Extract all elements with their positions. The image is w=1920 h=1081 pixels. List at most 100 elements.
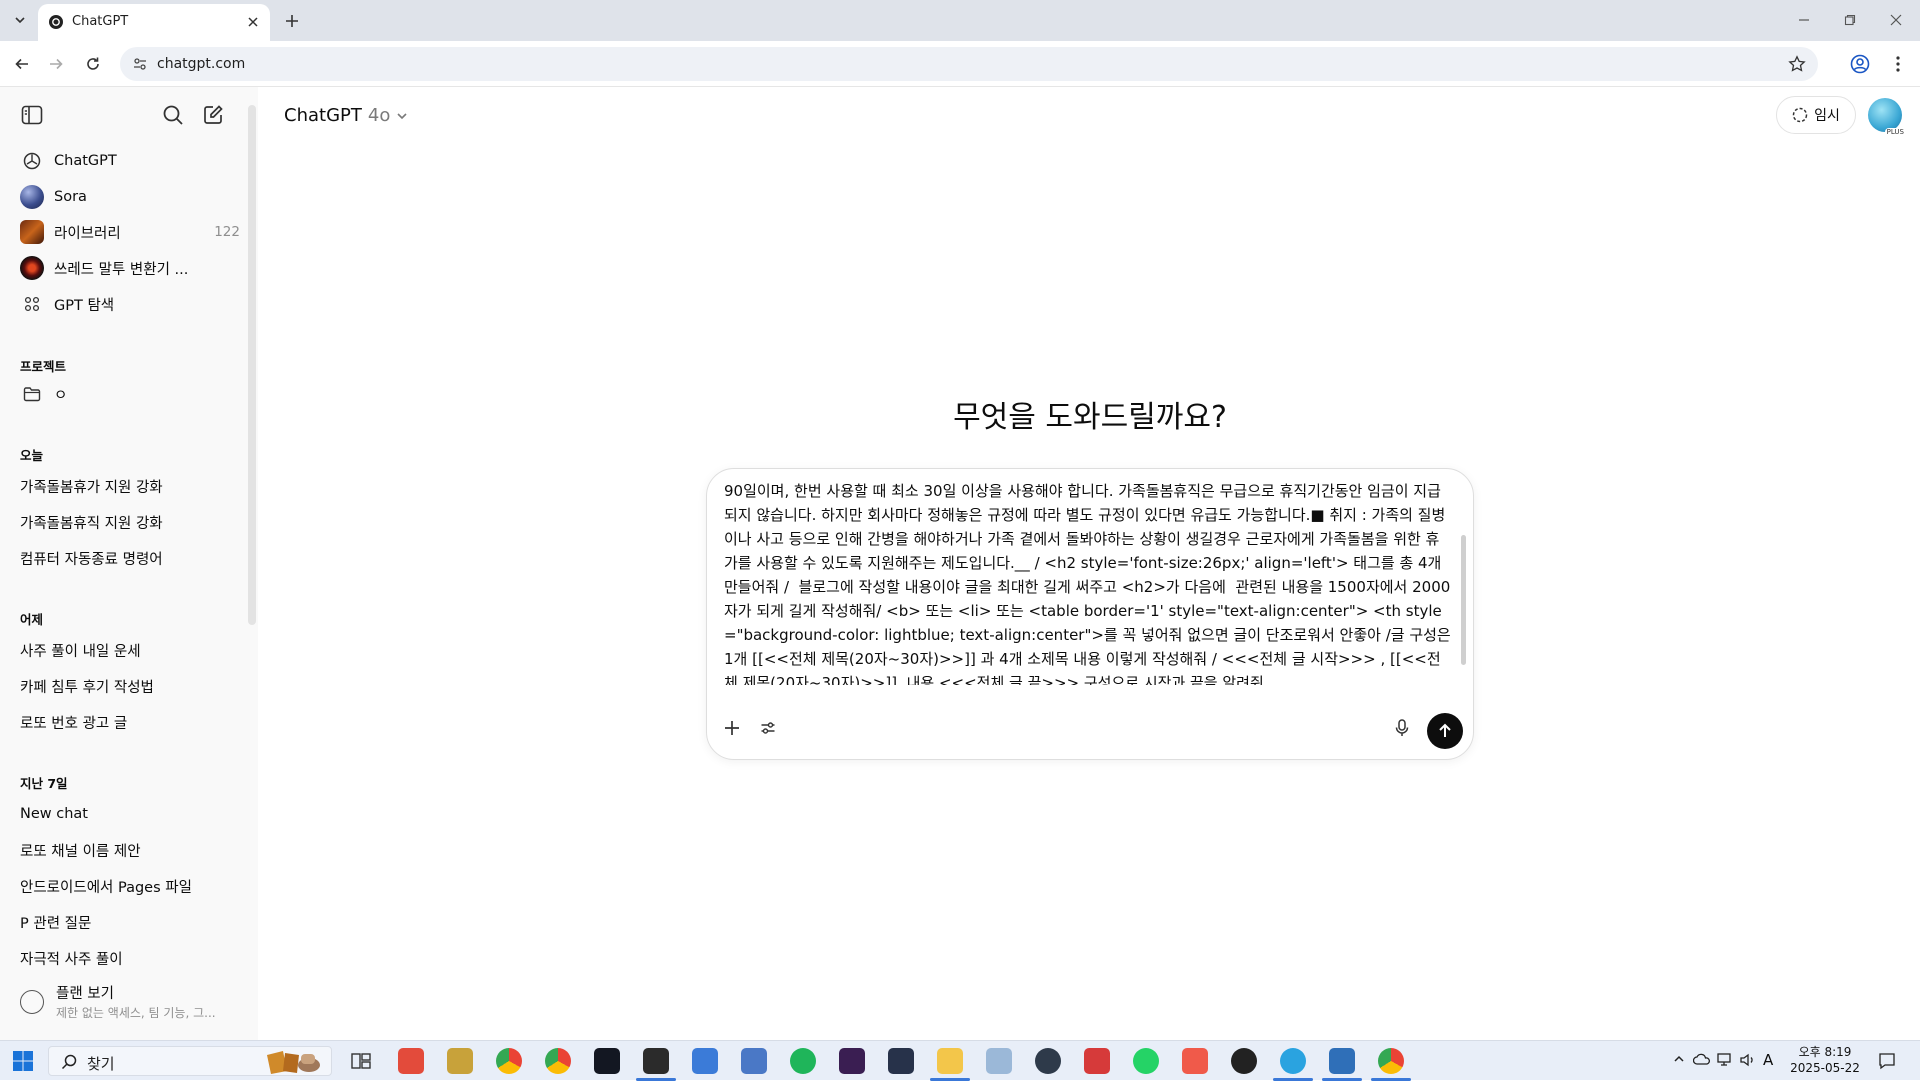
telegram-icon[interactable] <box>1280 1048 1306 1074</box>
browser-tab-chatgpt[interactable]: ChatGPT <box>38 4 270 41</box>
sidebar-scrollbar[interactable] <box>248 105 256 625</box>
chat-history-item[interactable]: 자극적 사주 풀이 <box>12 941 240 975</box>
image-editor-icon[interactable] <box>643 1048 669 1074</box>
forward-arrow-icon[interactable] <box>44 52 68 76</box>
yesterday-heading: 어제 <box>20 612 44 627</box>
sidebar-item-label: GPT 탐색 <box>54 297 115 314</box>
app-green-icon[interactable] <box>790 1048 816 1074</box>
minimize-window-icon[interactable] <box>1792 8 1816 32</box>
volume-icon[interactable] <box>1740 1053 1756 1067</box>
file-explorer-icon[interactable] <box>937 1048 963 1074</box>
bookmark-star-icon[interactable] <box>1788 55 1806 73</box>
chat-history-item[interactable]: 컴퓨터 자동종료 명령어 <box>12 541 240 575</box>
search-chats-icon[interactable] <box>159 101 187 129</box>
davinci-resolve-icon[interactable] <box>888 1048 914 1074</box>
temporary-chat-label: 임시 <box>1814 108 1840 124</box>
address-bar[interactable]: chatgpt.com <box>120 47 1818 81</box>
restore-window-icon[interactable] <box>1838 8 1862 32</box>
figma-icon[interactable] <box>839 1048 865 1074</box>
chat-history-item[interactable]: 안드로이드에서 Pages 파일 <box>12 869 240 903</box>
wordpress-icon[interactable] <box>1035 1048 1061 1074</box>
model-selector[interactable]: ChatGPT 4o <box>284 105 408 126</box>
calculator-icon[interactable] <box>692 1048 718 1074</box>
task-view-icon[interactable] <box>348 1048 374 1074</box>
chat-history-item[interactable]: New chat <box>12 797 240 831</box>
tab-search-chevron-icon[interactable] <box>8 8 32 32</box>
back-arrow-icon[interactable] <box>10 52 34 76</box>
sidebar-item-label: 쓰레드 말투 변환기 ... <box>54 261 189 278</box>
prompt-textarea[interactable]: 90일이며, 한번 사용할 때 최소 30일 이상을 사용해야 합니다. 가족돌… <box>724 479 1451 685</box>
onedrive-cloud-icon[interactable] <box>1693 1053 1711 1065</box>
browser-profile-icon[interactable] <box>1848 52 1872 76</box>
close-tab-icon[interactable] <box>244 13 262 31</box>
sidebar-item-chatgpt[interactable]: ChatGPT <box>12 144 240 178</box>
chat-history-item[interactable]: 로또 번호 광고 글 <box>12 705 240 739</box>
plan-subtitle: 제한 없는 액세스, 팀 기능, 그... <box>56 1006 216 1020</box>
chatgpt-logo-icon <box>20 149 44 173</box>
chat-history-item[interactable]: 사주 풀이 내일 운세 <box>12 633 240 667</box>
sidebar-item-label: 라이브러리 <box>54 225 121 242</box>
projects-heading: 프로젝트 <box>20 359 67 374</box>
new-chat-pencil-icon[interactable] <box>199 101 227 129</box>
new-tab-plus-icon[interactable] <box>280 9 304 33</box>
sidebar-item-sora[interactable]: Sora <box>12 180 240 214</box>
composer-scrollbar[interactable] <box>1461 535 1466 665</box>
view-plans-button[interactable]: 플랜 보기 제한 없는 액세스, 팀 기능, 그... <box>12 980 248 1026</box>
sidebar-item-explore-gpts[interactable]: GPT 탐색 <box>12 287 240 321</box>
sidebar-item-label: Sora <box>54 189 87 205</box>
add-attachment-plus-icon[interactable] <box>717 713 747 743</box>
pdf-app-icon[interactable] <box>1084 1048 1110 1074</box>
sora-icon <box>20 185 44 209</box>
sidebar-item-custom-gpt[interactable]: 쓰레드 말투 변환기 ... <box>12 251 240 285</box>
library-count: 122 <box>214 224 240 240</box>
windows-start-icon[interactable] <box>12 1050 34 1072</box>
app-red-icon[interactable] <box>1182 1048 1208 1074</box>
custom-gpt-icon <box>20 256 44 280</box>
plus-badge: PLUS <box>1884 128 1906 136</box>
notification-center-icon[interactable] <box>1876 1050 1898 1072</box>
taskbar-search-label: 찾기 <box>87 1055 115 1073</box>
app-builder-icon[interactable] <box>447 1048 473 1074</box>
microphone-icon[interactable] <box>1387 713 1417 743</box>
browser-toolbar: chatgpt.com <box>0 41 1920 87</box>
network-icon[interactable] <box>1717 1053 1735 1067</box>
chat-history-item[interactable]: 가족돌봄휴직 지원 강화 <box>12 505 240 539</box>
browser-menu-kebab-icon[interactable] <box>1886 52 1910 76</box>
obs-studio-icon[interactable] <box>1231 1048 1257 1074</box>
app-blue-icon[interactable] <box>1329 1048 1355 1074</box>
chevron-up-icon[interactable] <box>1673 1053 1685 1065</box>
model-name: 4o <box>367 105 391 126</box>
chrome-icon[interactable] <box>496 1048 522 1074</box>
tools-sliders-icon[interactable] <box>753 713 783 743</box>
chat-history-item[interactable]: 로또 채널 이름 제안 <box>12 833 240 867</box>
tradingview-icon[interactable] <box>594 1048 620 1074</box>
chat-history-item[interactable]: P 관련 질문 <box>12 905 240 939</box>
reload-icon[interactable] <box>81 52 105 76</box>
whatsapp-icon[interactable] <box>1133 1048 1159 1074</box>
taskbar-search-box[interactable]: 찾기 <box>48 1046 332 1076</box>
chat-history-item[interactable]: 카페 침투 후기 작성법 <box>12 669 240 703</box>
close-window-icon[interactable] <box>1884 8 1908 32</box>
chrome-active-icon[interactable] <box>1378 1048 1404 1074</box>
chatgpt-favicon-icon <box>48 14 64 30</box>
windows-taskbar: 찾기 A 오후 8:19 2025-05-22 <box>0 1040 1920 1081</box>
temporary-chat-icon <box>1792 107 1814 123</box>
input-method-indicator[interactable]: A <box>1763 1051 1773 1069</box>
page-headline: 무엇을 도와드릴까요? <box>953 400 1227 435</box>
chevron-down-icon <box>396 110 408 122</box>
anydesk-app-icon[interactable] <box>398 1048 424 1074</box>
notes-app-icon[interactable] <box>986 1048 1012 1074</box>
user-avatar[interactable]: PLUS <box>1868 98 1906 136</box>
url-text: chatgpt.com <box>157 56 246 72</box>
site-settings-icon[interactable] <box>132 56 148 72</box>
sidebar-item-label: ChatGPT <box>54 153 117 169</box>
sidebar-item-library[interactable]: 라이브러리 122 <box>12 215 240 249</box>
temporary-chat-button[interactable]: 임시 <box>1776 96 1856 134</box>
send-arrow-icon[interactable] <box>1427 713 1463 749</box>
taskbar-clock[interactable]: 오후 8:19 2025-05-22 <box>1790 1044 1860 1076</box>
media-app-icon[interactable] <box>741 1048 767 1074</box>
toggle-sidebar-icon[interactable] <box>18 101 46 129</box>
chrome-profile-icon[interactable] <box>545 1048 571 1074</box>
tab-title: ChatGPT <box>72 14 129 29</box>
chat-history-item[interactable]: 가족돌봄휴가 지원 강화 <box>12 469 240 503</box>
